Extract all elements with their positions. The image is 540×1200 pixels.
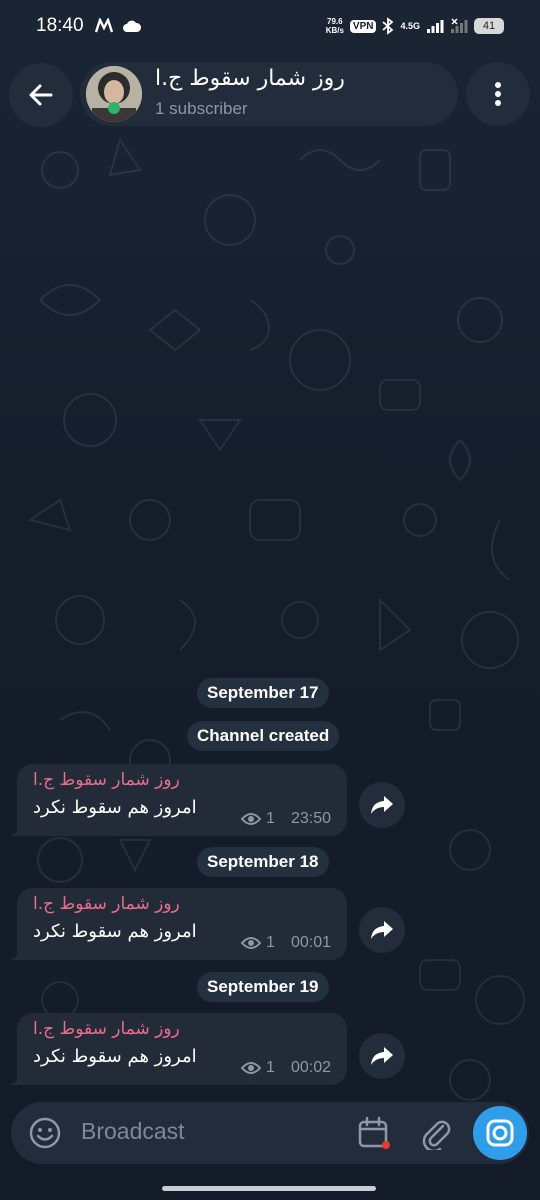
forward-button[interactable] [359,782,405,828]
message-views: 1 [266,810,275,827]
attach-icon[interactable] [419,1116,453,1150]
date-separator: September 18 [197,847,329,877]
camera-button[interactable] [473,1106,527,1160]
message-meta: 1 23:50 [241,810,331,828]
calendar-schedule-icon[interactable] [357,1116,391,1150]
message-bubble[interactable]: روز شمار سقوط ج.ا امروز هم سقوط نکرد 1 2… [9,764,347,836]
message-sender: روز شمار سقوط ج.ا [33,894,180,914]
back-button[interactable] [9,63,73,127]
share-arrow-icon [371,1047,393,1065]
emoji-icon[interactable] [28,1116,62,1150]
no-signal-icon [451,18,468,33]
cloud-icon [122,20,141,32]
signal-icon [427,20,444,33]
date-separator: September 19 [197,972,329,1002]
net-speed: 79.6 KB/s [325,17,344,35]
share-arrow-icon [371,796,393,814]
message-text: امروز هم سقوط نکرد [33,1046,197,1067]
message-time: 23:50 [290,810,331,827]
eye-icon [241,937,262,949]
home-indicator[interactable] [162,1186,376,1191]
status-bar: 18:40 79.6 KB/s VPN 4.5G 41 [0,0,540,52]
status-time: 18:40 [36,15,84,36]
message-meta: 1 00:01 [241,934,331,952]
avatar[interactable] [86,66,142,122]
vpn-badge: VPN [349,19,377,33]
bubble-tail [9,1073,23,1085]
channel-header[interactable]: روز شمار سقوط ج.ا 1 subscriber [80,62,458,126]
message-views: 1 [266,1059,275,1076]
message-sender: روز شمار سقوط ج.ا [33,770,180,790]
more-options-button[interactable] [466,62,530,126]
forward-button[interactable] [359,1033,405,1079]
m-icon [94,18,113,33]
message-views: 1 [266,934,275,951]
message-sender: روز شمار سقوط ج.ا [33,1019,180,1039]
date-separator: September 17 [197,678,329,708]
arrow-left-icon [29,84,53,106]
service-message-channel-created: Channel created [187,721,340,751]
network-type: 4.5G [400,21,420,31]
bubble-tail [9,948,23,960]
message-bubble[interactable]: روز شمار سقوط ج.ا امروز هم سقوط نکرد 1 0… [9,888,347,960]
eye-icon [241,813,262,825]
forward-button[interactable] [359,907,405,953]
message-composer: Broadcast [11,1102,529,1164]
bubble-tail [9,824,23,836]
message-time: 00:01 [290,934,331,951]
channel-title: روز شمار سقوط ج.ا [155,66,345,91]
bluetooth-icon [382,17,394,35]
message-bubble[interactable]: روز شمار سقوط ج.ا امروز هم سقوط نکرد 1 0… [9,1013,347,1085]
broadcast-input[interactable]: Broadcast [81,1118,185,1145]
channel-subscriber-count: 1 subscriber [155,99,248,118]
message-text: امروز هم سقوط نکرد [33,921,197,942]
share-arrow-icon [371,921,393,939]
camera-icon [486,1119,514,1147]
eye-icon [241,1062,262,1074]
message-time: 00:02 [290,1059,331,1076]
message-text: امروز هم سقوط نکرد [33,797,197,818]
message-meta: 1 00:02 [241,1059,331,1077]
battery-indicator: 41 [474,18,504,34]
avatar-image [86,66,142,122]
more-vertical-icon [495,82,501,106]
